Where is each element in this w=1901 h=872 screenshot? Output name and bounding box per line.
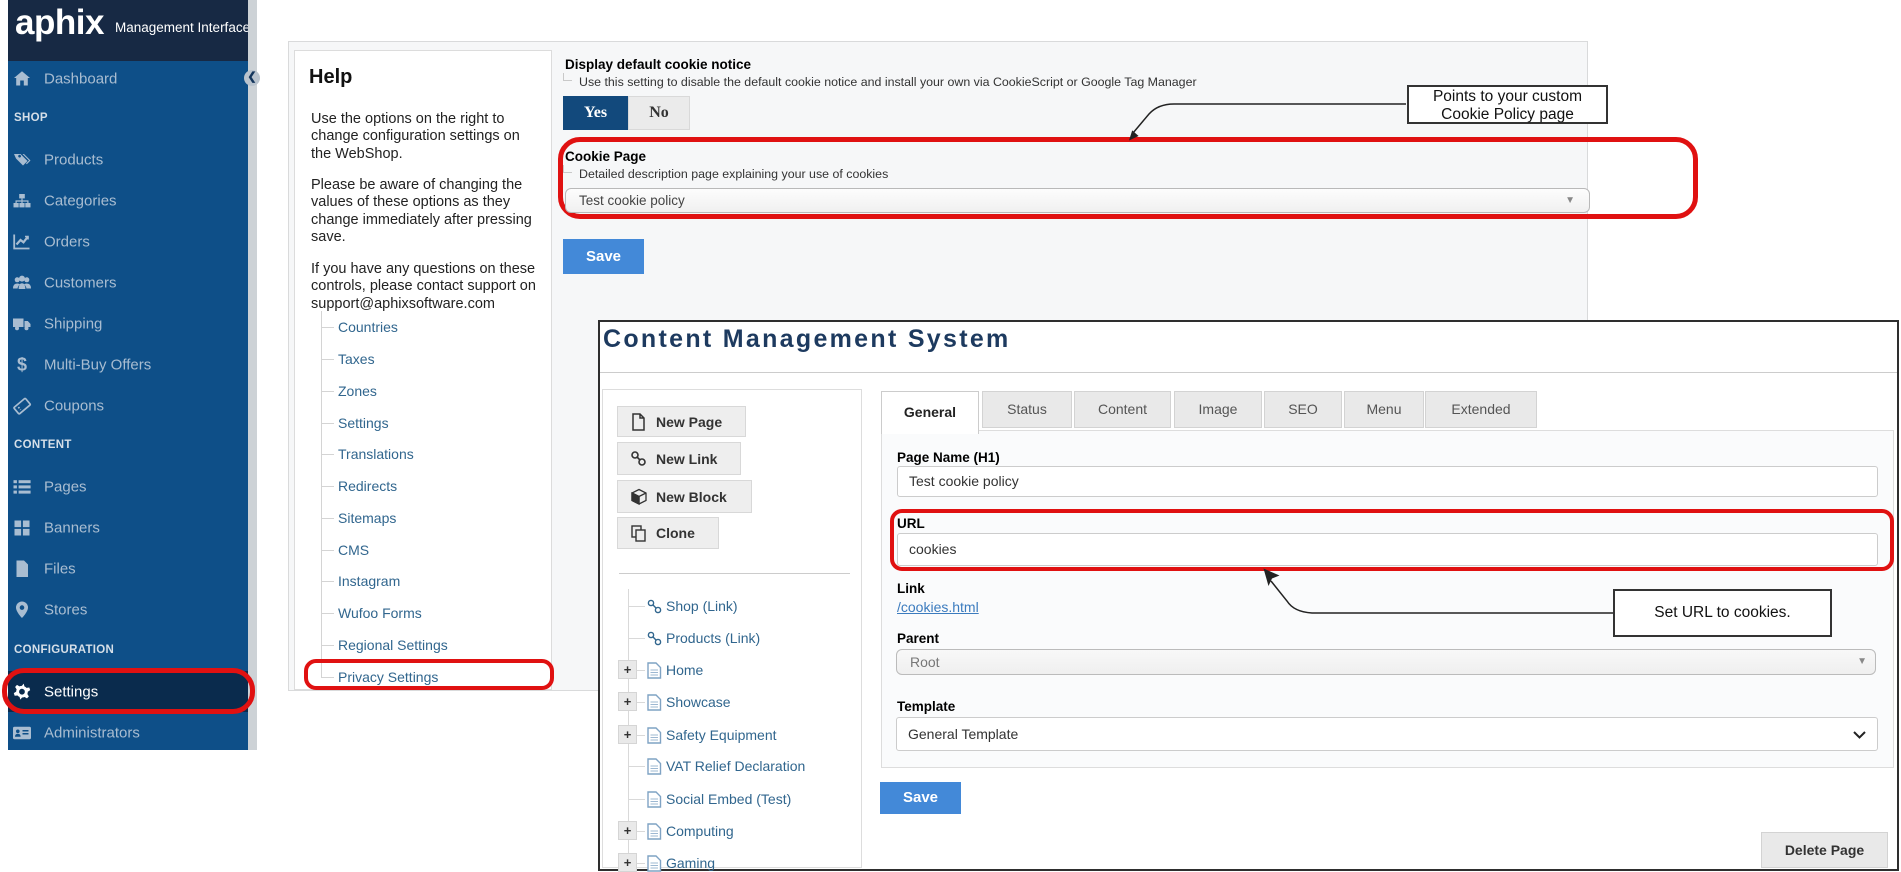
svg-text:$: $ <box>17 355 27 375</box>
